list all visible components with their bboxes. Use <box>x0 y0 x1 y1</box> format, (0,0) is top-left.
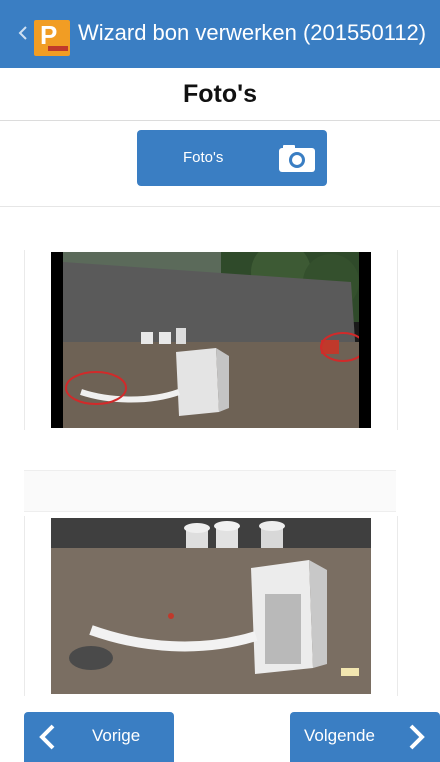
photo-card-2[interactable] <box>24 516 398 696</box>
next-button[interactable]: Volgende <box>290 712 440 762</box>
app-bar: P Wizard bon verwerken (201550112) <box>0 0 440 68</box>
app-bar-title: Wizard bon verwerken (201550112) <box>78 20 427 45</box>
previous-button-label: Vorige <box>92 726 141 745</box>
photo-card-1[interactable] <box>24 250 398 430</box>
photo-2-image <box>51 518 371 694</box>
add-photo-button[interactable]: Foto's <box>137 130 327 186</box>
logo-bar <box>48 46 68 51</box>
previous-button[interactable]: Vorige <box>24 712 174 762</box>
chevron-left-icon <box>39 724 55 750</box>
camera-icon <box>279 145 315 172</box>
photo-separator <box>24 470 396 512</box>
next-button-label: Volgende <box>304 726 375 745</box>
divider <box>0 206 440 207</box>
chevron-right-icon <box>409 724 425 750</box>
add-photo-button-label: Foto's <box>183 149 224 166</box>
app-logo: P <box>34 20 70 56</box>
page-title: Foto's <box>0 68 440 121</box>
photo-1-image <box>51 252 371 428</box>
back-chevron-icon[interactable] <box>18 26 28 40</box>
